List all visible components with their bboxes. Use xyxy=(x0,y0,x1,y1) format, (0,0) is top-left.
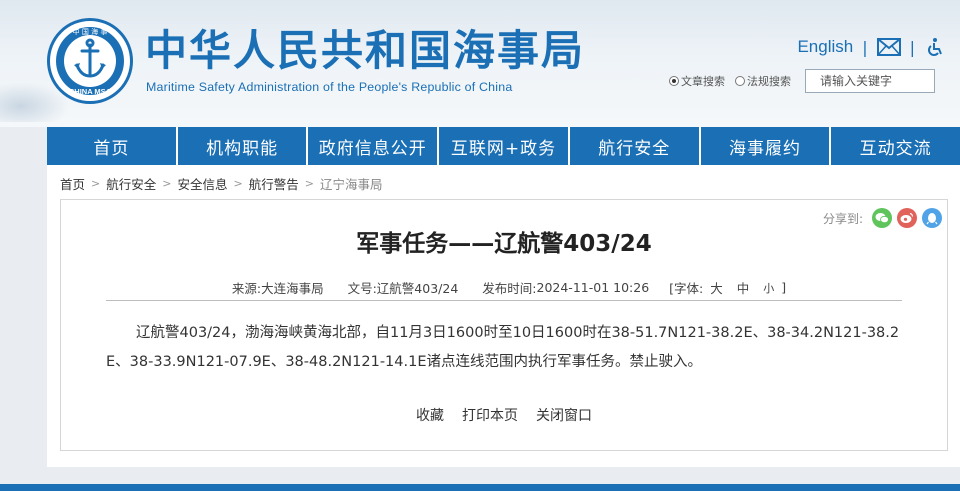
publish-date-label: 发布时间: xyxy=(482,281,537,296)
breadcrumb: 首页 > 航行安全 > 安全信息 > 航行警告 > 辽宁海事局 xyxy=(60,174,382,193)
article-body: 辽航警403/24，渤海海峡黄海北部，自11月3日1600时至10日1600时在… xyxy=(106,325,900,370)
font-small-button[interactable]: 小 xyxy=(763,280,774,296)
close-window-button[interactable]: 关闭窗口 xyxy=(536,405,592,425)
site-title: 中华人民共和国海事局 xyxy=(145,26,586,75)
article-search-label: 文章搜索 xyxy=(681,75,725,88)
favorite-button[interactable]: 收藏 xyxy=(416,405,444,425)
font-size-close: ] xyxy=(781,280,787,295)
logo-bottom-text: CHINA MSA xyxy=(69,87,112,96)
logo-top-text: 中 国 海 事 xyxy=(73,27,108,36)
publish-date-value: 2024-11-01 10:26 xyxy=(536,280,650,295)
nav-item-interaction[interactable]: 互动交流 xyxy=(829,127,960,165)
nav-item-organization[interactable]: 机构职能 xyxy=(175,127,307,165)
font-size-label: [字体: xyxy=(669,281,704,296)
font-large-button[interactable]: 大 xyxy=(710,278,723,297)
article-container: 分享到: 军事任务——辽航警403/24 来源: 大连海事局 文号: 辽航警40… xyxy=(60,199,948,451)
breadcrumb-separator: > xyxy=(304,177,314,190)
nav-item-home[interactable]: 首页 xyxy=(47,127,176,165)
separator: | xyxy=(862,37,868,57)
breadcrumb-safety-info[interactable]: 安全信息 xyxy=(177,174,227,193)
breadcrumb-separator: > xyxy=(233,177,243,190)
nav-item-convention[interactable]: 海事履约 xyxy=(698,127,830,165)
main-nav: 首页 机构职能 政府信息公开 互联网+政务 航行安全 海事履约 互动交流 xyxy=(47,127,960,165)
mail-icon[interactable] xyxy=(876,38,901,56)
search-area: 文章搜索 法规搜索 xyxy=(669,69,935,93)
wechat-icon xyxy=(875,213,889,224)
footer-bar xyxy=(0,484,960,491)
main-content: 首页 > 航行安全 > 安全信息 > 航行警告 > 辽宁海事局 分享到: 军事任… xyxy=(47,165,960,467)
breadcrumb-home[interactable]: 首页 xyxy=(60,174,85,193)
site-subtitle: Maritime Safety Administration of the Pe… xyxy=(146,80,513,94)
qq-icon xyxy=(926,212,938,224)
breadcrumb-liaoning-msa[interactable]: 辽宁海事局 xyxy=(320,174,383,193)
separator: | xyxy=(909,37,915,57)
breadcrumb-separator: > xyxy=(91,177,101,190)
accessibility-icon[interactable] xyxy=(924,37,944,57)
breadcrumb-navigation-safety[interactable]: 航行安全 xyxy=(106,174,156,193)
source-value: 大连海事局 xyxy=(261,281,324,296)
source-label: 来源: xyxy=(231,281,262,296)
doc-number-label: 文号: xyxy=(347,281,377,296)
article-title: 军事任务——辽航警403/24 xyxy=(356,231,652,257)
english-link[interactable]: English xyxy=(797,37,853,57)
print-button[interactable]: 打印本页 xyxy=(462,405,518,425)
radio-dot xyxy=(735,76,745,86)
radio-dot-selected xyxy=(669,76,679,86)
article-actions: 收藏 打印本页 关闭窗口 xyxy=(61,405,947,425)
nav-item-navigation-safety[interactable]: 航行安全 xyxy=(567,127,699,165)
article-meta: 来源: 大连海事局 文号: 辽航警403/24 发布时间: 2024-11-01… xyxy=(61,278,947,297)
regulation-search-label: 法规搜索 xyxy=(747,75,791,88)
doc-number-value: 辽航警403/24 xyxy=(376,281,459,296)
anchor-icon: 中 国 海 事 CHINA MSA xyxy=(69,27,112,96)
site-header: 中 国 海 事 CHINA MSA 中华人民共和国海事局 Maritime Saf… xyxy=(0,0,960,127)
breadcrumb-nav-warning[interactable]: 航行警告 xyxy=(249,174,299,193)
breadcrumb-separator: > xyxy=(162,177,172,190)
font-medium-button[interactable]: 中 xyxy=(737,278,750,297)
top-links: English | | xyxy=(797,36,944,58)
article-search-radio[interactable]: 文章搜索 xyxy=(669,73,725,89)
msa-logo[interactable]: 中 国 海 事 CHINA MSA xyxy=(47,18,133,104)
nav-item-internet-gov[interactable]: 互联网+政务 xyxy=(437,127,568,165)
meta-divider xyxy=(106,300,902,301)
regulation-search-radio[interactable]: 法规搜索 xyxy=(735,73,791,89)
nav-item-gov-info[interactable]: 政府信息公开 xyxy=(306,127,437,165)
search-input[interactable] xyxy=(805,69,935,93)
weibo-icon xyxy=(900,212,914,223)
